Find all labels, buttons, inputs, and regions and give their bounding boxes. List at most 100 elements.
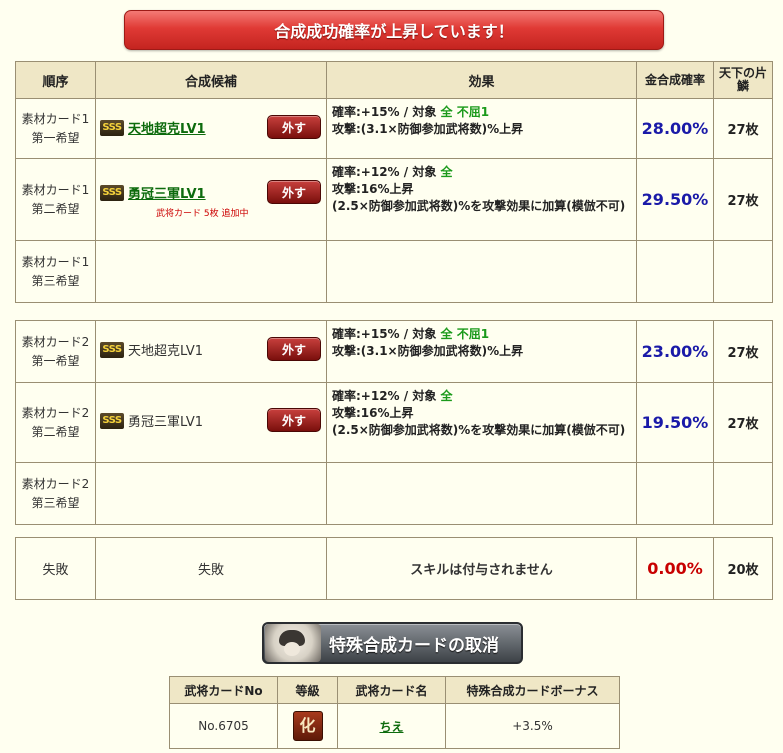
added-cards-note: 武将カード 5枚 追加中 bbox=[156, 209, 249, 219]
effect-extra: 不屈1 bbox=[452, 105, 490, 119]
header-effect: 効果 bbox=[326, 61, 637, 99]
remove-button[interactable]: 外す bbox=[267, 337, 321, 361]
header-order: 順序 bbox=[15, 61, 96, 99]
order-label: 素材カード1 bbox=[21, 254, 90, 269]
remove-button[interactable]: 外す bbox=[267, 115, 321, 139]
rate-value: 19.50% bbox=[636, 382, 714, 463]
general-portrait-icon bbox=[265, 624, 321, 662]
effect-target: 全 bbox=[440, 165, 453, 179]
table-row: 素材カード2 第二希望 SSS 勇冠三軍LV1 外す 確率:+12% / 対象 全… bbox=[15, 382, 773, 463]
cost-value: 27枚 bbox=[713, 98, 773, 159]
header-bonus: 特殊合成カードボーナス bbox=[445, 676, 620, 704]
effect-detail: 攻撃:16%上昇 bbox=[332, 182, 414, 196]
effect-detail: 攻撃:(3.1×防御参加武将数)%上昇 bbox=[332, 344, 524, 358]
cancel-special-card-button[interactable]: 特殊合成カードの取消 bbox=[262, 622, 523, 664]
empty-candidate-cell bbox=[95, 462, 327, 525]
cost-value: 27枚 bbox=[713, 382, 773, 463]
rank-badge-icon: 化 bbox=[292, 711, 323, 741]
effect-rate: 確率:+12% / 対象 bbox=[332, 165, 441, 179]
empty-effect-cell bbox=[326, 240, 637, 303]
order-label: 素材カード2 bbox=[21, 405, 90, 420]
header-rate: 金合成確率 bbox=[636, 61, 714, 99]
header-card-name: 武将カード名 bbox=[337, 676, 446, 704]
remove-button[interactable]: 外す bbox=[267, 408, 321, 432]
rate-value: 29.50% bbox=[636, 158, 714, 241]
cancel-button-label: 特殊合成カードの取消 bbox=[329, 635, 499, 656]
order-cell: 素材カード2 第三希望 bbox=[15, 462, 96, 525]
effect-detail: 攻撃:(3.1×防御参加武将数)%上昇 bbox=[332, 122, 524, 136]
rate-value: 23.00% bbox=[636, 320, 714, 383]
remove-button[interactable]: 外す bbox=[267, 180, 321, 204]
order-cell: 素材カード1 第一希望 bbox=[15, 98, 96, 159]
header-card-no: 武将カードNo bbox=[169, 676, 278, 704]
order-label: 素材カード2 bbox=[21, 334, 90, 349]
effect-cell: 確率:+15% / 対象 全 不屈1 攻撃:(3.1×防御参加武将数)%上昇 bbox=[326, 98, 637, 159]
header-rank: 等級 bbox=[277, 676, 338, 704]
sss-rarity-icon: SSS bbox=[100, 341, 124, 358]
failure-row: 失敗 失敗 スキルは付与されません 0.00% 20枚 bbox=[15, 537, 773, 600]
effect-detail: 攻撃:16%上昇 bbox=[332, 406, 414, 420]
failure-candidate: 失敗 bbox=[95, 537, 327, 600]
empty-candidate-cell bbox=[95, 240, 327, 303]
order-cell: 素材カード1 第三希望 bbox=[15, 240, 96, 303]
material-card-2-table: 素材カード2 第一希望 SSS 天地超克LV1 外す 確率:+15% / 対象 全… bbox=[15, 320, 773, 525]
card-no: No.6705 bbox=[169, 703, 278, 749]
effect-target: 全 bbox=[440, 389, 453, 403]
failure-cost: 20枚 bbox=[713, 537, 773, 600]
order-preference: 第一希望 bbox=[31, 130, 80, 145]
effect-cell: 確率:+15% / 対象 全 不屈1 攻撃:(3.1×防御参加武将数)%上昇 bbox=[326, 320, 637, 383]
order-preference: 第二希望 bbox=[31, 201, 80, 216]
effect-detail-extra: (2.5×防御参加武将数)%を攻撃効果に加算(模倣不可) bbox=[332, 423, 626, 437]
order-cell: 素材カード2 第二希望 bbox=[15, 382, 96, 463]
effect-target: 全 bbox=[440, 327, 453, 341]
order-label: 素材カード2 bbox=[21, 476, 90, 491]
order-preference: 第一希望 bbox=[31, 353, 80, 368]
effect-rate: 確率:+15% / 対象 bbox=[332, 105, 441, 119]
sss-rarity-icon: SSS bbox=[100, 184, 124, 201]
table-header-row: 順序 合成候補 効果 金合成確率 天下の片鱗 bbox=[15, 61, 773, 99]
sss-rarity-icon: SSS bbox=[100, 119, 124, 136]
order-label: 素材カード1 bbox=[21, 182, 90, 197]
order-cell: 素材カード2 第一希望 bbox=[15, 320, 96, 383]
rate-value: 28.00% bbox=[636, 98, 714, 159]
order-cell: 素材カード1 第二希望 bbox=[15, 158, 96, 241]
empty-rate-cell bbox=[636, 240, 714, 303]
sss-rarity-icon: SSS bbox=[100, 412, 124, 429]
order-preference: 第二希望 bbox=[31, 424, 80, 439]
table-row: 素材カード1 第三希望 bbox=[15, 240, 773, 303]
table-row: 素材カード1 第一希望 SSS 天地超克LV1 外す 確率:+15% / 対象 全… bbox=[15, 98, 773, 159]
effect-rate: 確率:+15% / 対象 bbox=[332, 327, 441, 341]
skill-link[interactable]: 天地超克LV1 bbox=[128, 122, 206, 137]
skill-name: 天地超克LV1 bbox=[128, 344, 203, 359]
table-row: 素材カード2 第三希望 bbox=[15, 462, 773, 525]
card-name-cell: ちえ bbox=[337, 703, 446, 749]
rank-cell: 化 bbox=[277, 703, 338, 749]
skill-link[interactable]: 勇冠三軍LV1 bbox=[128, 187, 206, 202]
cost-value: 27枚 bbox=[713, 158, 773, 241]
bonus-header-row: 武将カードNo 等級 武将カード名 特殊合成カードボーナス bbox=[169, 676, 620, 704]
card-name-link[interactable]: ちえ bbox=[379, 720, 403, 734]
empty-effect-cell bbox=[326, 462, 637, 525]
cost-value: 27枚 bbox=[713, 320, 773, 383]
skill-name: 勇冠三軍LV1 bbox=[128, 415, 203, 430]
empty-cost-cell bbox=[713, 462, 773, 525]
rate-up-banner: 合成成功確率が上昇しています！ bbox=[124, 10, 664, 50]
failure-effect: スキルは付与されません bbox=[326, 537, 637, 600]
bonus-row: No.6705 化 ちえ +3.5% bbox=[169, 703, 620, 749]
order-preference: 第三希望 bbox=[31, 495, 80, 510]
candidate-cell: SSS 天地超克LV1 外す bbox=[95, 98, 327, 159]
failure-rate: 0.00% bbox=[636, 537, 714, 600]
table-row: 素材カード2 第一希望 SSS 天地超克LV1 外す 確率:+15% / 対象 全… bbox=[15, 320, 773, 383]
empty-cost-cell bbox=[713, 240, 773, 303]
candidate-cell: SSS 勇冠三軍LV1 外す bbox=[95, 382, 327, 463]
material-card-1-table: 順序 合成候補 効果 金合成確率 天下の片鱗 素材カード1 第一希望 SSS 天地… bbox=[15, 61, 773, 303]
effect-cell: 確率:+12% / 対象 全 攻撃:16%上昇 (2.5×防御参加武将数)%を攻… bbox=[326, 382, 637, 463]
order-label: 素材カード1 bbox=[21, 111, 90, 126]
special-card-bonus-table: 武将カードNo 等級 武将カード名 特殊合成カードボーナス No.6705 化 … bbox=[169, 676, 620, 749]
header-cost: 天下の片鱗 bbox=[713, 61, 773, 99]
candidate-cell: SSS 勇冠三軍LV1 外す 武将カード 5枚 追加中 bbox=[95, 158, 327, 241]
candidate-cell: SSS 天地超克LV1 外す bbox=[95, 320, 327, 383]
effect-detail-extra: (2.5×防御参加武将数)%を攻撃効果に加算(模倣不可) bbox=[332, 199, 626, 213]
header-candidate: 合成候補 bbox=[95, 61, 327, 99]
bonus-value: +3.5% bbox=[445, 703, 620, 749]
